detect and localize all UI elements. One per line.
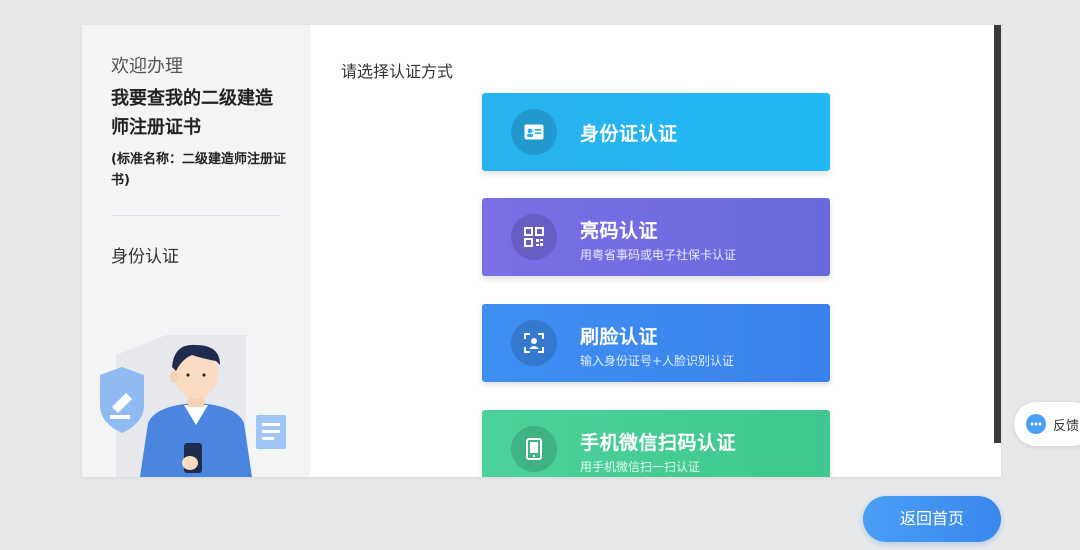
current-step: 身份认证	[111, 247, 179, 267]
qr-code-auth-title: 亮码认证	[580, 220, 659, 242]
page: 欢迎办理 我要查我的二级建造师注册证书 (标准名称：二级建造师注册证书) 身份认…	[0, 0, 1080, 550]
id-card-icon	[511, 109, 557, 155]
sidebar-divider	[111, 215, 281, 216]
face-scan-auth-title: 刷脸认证	[580, 326, 659, 348]
qr-code-icon	[511, 214, 557, 260]
wechat-scan-auth-subtitle: 用手机微信扫一扫认证	[580, 460, 701, 474]
qr-code-auth-subtitle: 用粤省事码或电子社保卡认证	[580, 248, 737, 262]
welcome-text: 欢迎办理	[111, 56, 183, 77]
chat-icon	[1026, 414, 1046, 434]
return-home-button[interactable]: 返回首页	[863, 496, 1001, 542]
phone-icon	[511, 426, 557, 472]
face-scan-auth-button[interactable]: 刷脸认证 输入身份证号+人脸识别认证	[482, 304, 830, 382]
main-panel: 请选择认证方式 身份证认证 亮码认证 用粤省事码或电子社保卡认证 刷脸认证 输入…	[310, 25, 1001, 477]
face-scan-auth-subtitle: 输入身份证号+人脸识别认证	[580, 354, 735, 368]
auth-method-prompt: 请选择认证方式	[341, 62, 454, 81]
wechat-scan-auth-button[interactable]: 手机微信扫码认证 用手机微信扫一扫认证	[482, 410, 830, 477]
feedback-label: 反馈	[1053, 419, 1080, 434]
scrollbar[interactable]	[994, 25, 1001, 443]
officer-illustration	[100, 335, 286, 477]
standard-name: (标准名称：二级建造师注册证书)	[111, 152, 286, 188]
service-item-title: 我要查我的二级建造师注册证书	[111, 88, 273, 138]
face-scan-icon	[511, 320, 557, 366]
id-card-auth-button[interactable]: 身份证认证	[482, 93, 830, 171]
wechat-scan-auth-title: 手机微信扫码认证	[580, 432, 737, 454]
service-card: 欢迎办理 我要查我的二级建造师注册证书 (标准名称：二级建造师注册证书) 身份认…	[82, 25, 1001, 477]
sidebar: 欢迎办理 我要查我的二级建造师注册证书 (标准名称：二级建造师注册证书) 身份认…	[82, 25, 310, 477]
id-card-auth-title: 身份证认证	[580, 123, 678, 145]
feedback-button[interactable]: 反馈	[1014, 402, 1080, 446]
qr-code-auth-button[interactable]: 亮码认证 用粤省事码或电子社保卡认证	[482, 198, 830, 276]
